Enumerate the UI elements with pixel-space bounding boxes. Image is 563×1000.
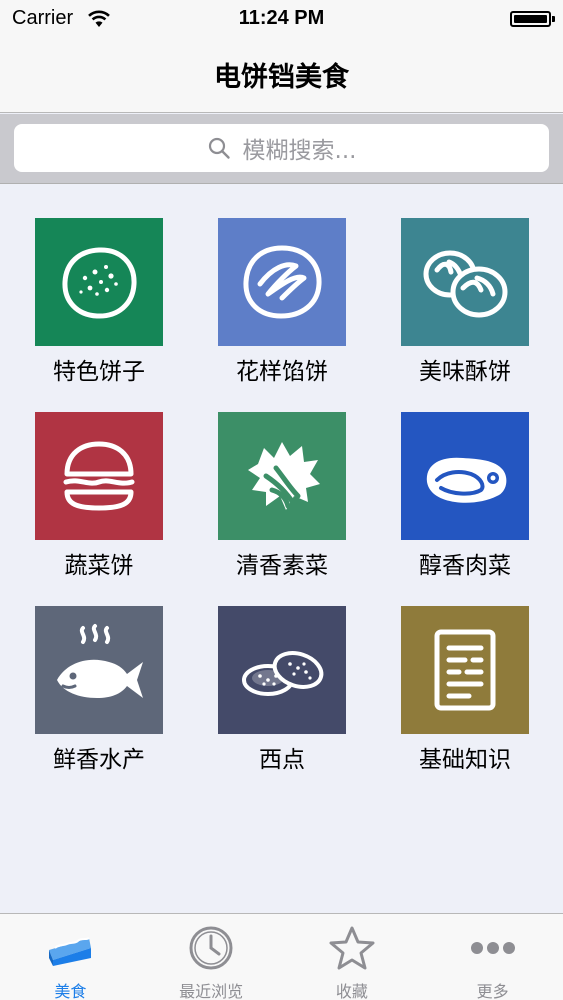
status-bar: Carrier 11:24 PM <box>0 0 563 38</box>
category-label: 醇香肉菜 <box>419 553 511 579</box>
status-time: 11:24 PM <box>238 7 325 29</box>
category-grid: 特色饼子 花样馅饼 美味酥饼 蔬菜饼 清香素菜 醇香肉菜 鲜香水产 西点 基础知… <box>0 185 563 913</box>
category-western-pastry[interactable]: 西点 <box>218 606 346 774</box>
tab-bar: 美食 最近浏览 收藏 更多 <box>0 913 563 1000</box>
category-savory-meat[interactable]: 醇香肉菜 <box>401 412 529 580</box>
category-tile <box>218 218 346 346</box>
clock-icon <box>185 924 237 972</box>
fish-icon <box>57 624 143 698</box>
steak-icon <box>426 457 507 503</box>
category-label: 西点 <box>259 747 305 773</box>
category-tile <box>401 218 529 346</box>
navigation-bar: 电饼铛美食 <box>0 38 563 113</box>
category-label: 特色饼子 <box>53 359 145 385</box>
category-tile <box>401 412 529 540</box>
category-special-cake[interactable]: 特色饼子 <box>35 218 163 386</box>
star-icon <box>326 924 378 972</box>
burger-icon <box>63 441 135 511</box>
category-label: 花样馅饼 <box>236 359 328 385</box>
document-icon <box>434 629 496 711</box>
cake-slice-icon <box>44 924 96 972</box>
tab-favorites[interactable]: 收藏 <box>282 914 423 1000</box>
tab-label: 最近浏览 <box>179 982 244 1000</box>
more-icon <box>467 924 519 972</box>
tab-label: 更多 <box>476 982 509 1000</box>
search-icon <box>208 137 230 159</box>
category-tile <box>35 412 163 540</box>
tab-label: 美食 <box>54 982 87 1000</box>
battery-nub <box>552 16 555 22</box>
category-tile <box>35 606 163 734</box>
category-fancy-pie[interactable]: 花样馅饼 <box>218 218 346 386</box>
cookies-icon <box>242 651 324 696</box>
category-tile <box>401 606 529 734</box>
category-label: 美味酥饼 <box>419 359 511 385</box>
search-bar: 模糊搜索... <box>0 114 563 184</box>
tab-more[interactable]: 更多 <box>422 914 563 1000</box>
greens-icon <box>248 442 320 510</box>
category-label: 蔬菜饼 <box>64 553 134 579</box>
search-input[interactable]: 模糊搜索... <box>14 124 549 172</box>
tab-food[interactable]: 美食 <box>0 914 141 1000</box>
category-fresh-vegetables[interactable]: 清香素菜 <box>218 412 346 580</box>
buns-icon <box>423 250 508 318</box>
round-cake-icon <box>62 247 137 319</box>
category-tile <box>218 606 346 734</box>
category-tile <box>218 412 346 540</box>
category-label: 基础知识 <box>419 747 511 773</box>
tab-recent[interactable]: 最近浏览 <box>141 914 282 1000</box>
category-basic-knowledge[interactable]: 基础知识 <box>401 606 529 774</box>
search-placeholder: 模糊搜索... <box>242 138 357 164</box>
category-label: 清香素菜 <box>236 553 328 579</box>
page-title: 电饼铛美食 <box>214 62 349 93</box>
battery-icon <box>510 11 551 27</box>
swirl-pie-icon <box>243 245 322 319</box>
category-seafood[interactable]: 鲜香水产 <box>35 606 163 774</box>
category-vegetable-cake[interactable]: 蔬菜饼 <box>35 412 163 580</box>
tab-label: 收藏 <box>335 982 368 1000</box>
category-label: 鲜香水产 <box>53 747 145 773</box>
category-tasty-pastry[interactable]: 美味酥饼 <box>401 218 529 386</box>
category-tile <box>35 218 163 346</box>
